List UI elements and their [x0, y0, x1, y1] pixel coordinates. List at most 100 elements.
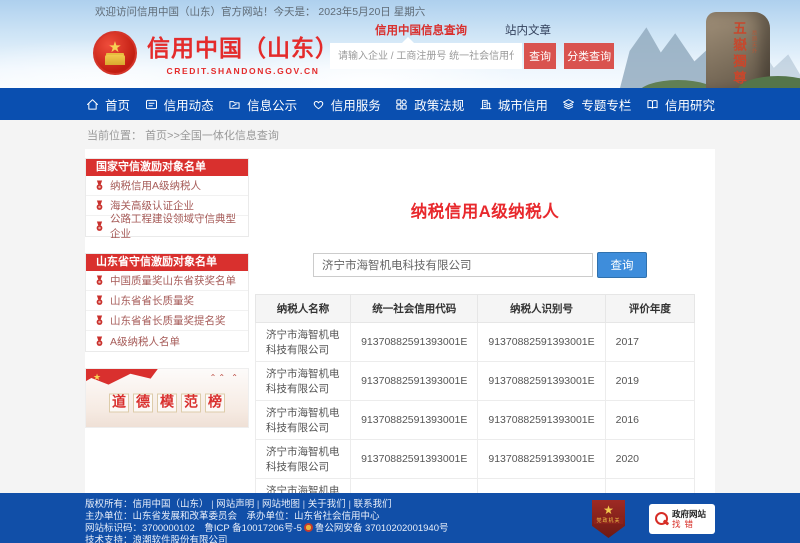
mount-tai-image: 五嶽獨尊 昂頭天外 [632, 0, 800, 88]
table-cell: 91370882591393001E [351, 479, 478, 494]
table-cell: 91370882591393001E [478, 362, 605, 401]
nav-item-label: 首页 [105, 95, 130, 114]
rock-inscription: 五嶽獨尊 [728, 21, 748, 88]
sidebar-item[interactable]: 山东省省长质量奖 [86, 291, 248, 311]
breadcrumb-path[interactable]: 首页>>全国一体化信息查询 [145, 130, 279, 142]
nav-item-info-publicity[interactable]: 信息公示 [227, 95, 297, 114]
sidebar-panel: 国家守信激励对象名单纳税信用A级纳税人海关高级认证企业公路工程建设领域守信典型企… [85, 158, 249, 237]
table-header-cell: 评价年度 [605, 295, 694, 323]
taxpayer-search-input[interactable] [313, 253, 593, 277]
nav-item-credit-research[interactable]: 信用研究 [645, 95, 715, 114]
footer-line-tech: 技术支持：浪潮软件股份有限公司 [85, 535, 715, 543]
nav-item-policy[interactable]: 政策法规 [394, 95, 464, 114]
table-row: 济宁市海智机电科技有限公司91370882591393001E913708825… [256, 323, 695, 362]
sidebar-item-label: 中国质量奖山东省获奖名单 [110, 273, 236, 288]
table-cell: 济宁市海智机电科技有限公司 [256, 323, 351, 362]
table-cell: 91370882591393001E [351, 362, 478, 401]
medal-icon [95, 180, 104, 191]
sidebar-item[interactable]: 纳税信用A级纳税人 [86, 176, 248, 196]
sidebar-panels: 国家守信激励对象名单纳税信用A级纳税人海关高级认证企业公路工程建设领域守信典型企… [85, 158, 249, 352]
site-brand[interactable]: ★ 信用中国（山东） CREDIT.SHANDONG.GOV.CN [93, 29, 339, 76]
header-search-area: 信用中国信息查询 站内文章 查询 分类查询 [330, 22, 614, 69]
table-cell: 91370882591393001E [478, 440, 605, 479]
tech-support: 技术支持：浪潮软件股份有限公司 [85, 535, 228, 543]
main-panel: 纳税信用A级纳税人 查询 纳税人名称统一社会信用代码纳税人识别号评价年度 济宁市… [255, 158, 715, 493]
nav-item-city-credit[interactable]: 城市信用 [478, 95, 548, 114]
national-emblem-logo: ★ [93, 31, 137, 75]
nav-item-credit-service[interactable]: 信用服务 [311, 95, 381, 114]
header-search-tabs: 信用中国信息查询 站内文章 [330, 22, 614, 40]
medal-icon [95, 275, 104, 286]
search-tab-active[interactable]: 信用中国信息查询 [375, 22, 467, 40]
footer-link[interactable]: 联系我们 [346, 499, 392, 510]
nav-item-credit-news[interactable]: 信用动态 [144, 95, 214, 114]
medal-icon [95, 200, 104, 211]
table-cell: 91370882591393001E [351, 440, 478, 479]
header-search-row: 查询 分类查询 [330, 43, 614, 69]
banner-character: 道 [109, 393, 129, 412]
table-cell: 2016 [605, 401, 694, 440]
nav-item-home[interactable]: 首页 [85, 95, 130, 114]
site-domain: CREDIT.SHANDONG.GOV.CN [147, 66, 339, 76]
taxpayer-search-row: 查询 [313, 252, 715, 278]
table-cell: 济宁市海智机电科技有限公司 [256, 479, 351, 494]
search-tab-inactive[interactable]: 站内文章 [505, 22, 551, 40]
footer-link[interactable]: 关于我们 [300, 499, 346, 510]
table-row: 济宁市海智机电科技有限公司91370882591393001E913708825… [256, 401, 695, 440]
sidebar-item[interactable]: 中国质量奖山东省获奖名单 [86, 271, 248, 291]
site-title: 信用中国（山东） [147, 29, 339, 63]
moral-banner-text: 道德模范榜 [109, 393, 225, 412]
page-body: 国家守信激励对象名单纳税信用A级纳税人海关高级认证企业公路工程建设领域守信典型企… [0, 149, 800, 493]
header-query-button[interactable]: 查询 [524, 43, 556, 69]
icp-number[interactable]: 鲁ICP 备10017206号-5 [204, 523, 302, 534]
table-row: 济宁市海智机电科技有限公司91370882591393001E913708825… [256, 362, 695, 401]
book-icon [645, 97, 660, 112]
table-cell: 济宁市海智机电科技有限公司 [256, 362, 351, 401]
table-cell: 91370882591393001E [478, 401, 605, 440]
medal-icon [95, 315, 104, 326]
nav-item-label: 专题专栏 [581, 95, 631, 114]
taxpayer-query-button[interactable]: 查询 [597, 252, 647, 278]
psb-badge-icon [304, 523, 313, 532]
layers-icon [561, 97, 576, 112]
heart-icon [311, 97, 326, 112]
main-nav: 首页信用动态信息公示 信用服务政策法规 城市信用 专题专栏信用研究 [0, 88, 800, 120]
table-cell: 91370882591393001E [478, 323, 605, 362]
sidebar-item-label: A级纳税人名单 [110, 334, 180, 349]
footer-link[interactable]: 网站地图 [254, 499, 300, 510]
website-error-report-badge[interactable]: 政府网站 找错 [649, 504, 715, 534]
sidebar-item-label: 公路工程建设领域守信典型企业 [110, 211, 239, 241]
news-card-icon [144, 97, 159, 112]
moral-model-banner[interactable]: ★ ⌃⌃ ⌃ 道德模范榜 [85, 368, 249, 428]
table-cell: 2020 [605, 440, 694, 479]
footer-link[interactable]: 网站声明 [209, 499, 255, 510]
sidebar-panel: 山东省守信激励对象名单中国质量奖山东省获奖名单山东省省长质量奖山东省省长质量奖提… [85, 253, 249, 352]
banner-character: 榜 [205, 393, 225, 412]
brand-text: 信用中国（山东） CREDIT.SHANDONG.GOV.CN [147, 29, 339, 76]
badge-line1: 政府网站 [672, 509, 706, 519]
nav-item-label: 城市信用 [498, 95, 548, 114]
badge-star-icon: ★ [603, 503, 614, 517]
publicity-icon [227, 97, 242, 112]
header: 欢迎访问信用中国（山东）官方网站！今天是： 2023年5月20日 星期六 ★ 信… [0, 0, 800, 88]
nav-item-label: 信用服务 [331, 95, 381, 114]
sidebar-item[interactable]: 公路工程建设领域守信典型企业 [86, 216, 248, 236]
nav-item-special-column[interactable]: 专题专栏 [561, 95, 631, 114]
page-title: 纳税信用A级纳税人 [255, 198, 715, 222]
table-cell: 91370882591393001E [351, 323, 478, 362]
gov-agency-badge-label: 党政机关 [594, 517, 622, 524]
table-cell: 2019 [605, 362, 694, 401]
footer-inner: 版权所有：信用中国（山东）网站声明网站地图关于我们联系我们 主办单位：山东省发展… [85, 499, 715, 543]
psb-number[interactable]: 鲁公网安备 37010202001940号 [315, 523, 449, 534]
footer: 版权所有：信用中国（山东）网站声明网站地图关于我们联系我们 主办单位：山东省发展… [0, 493, 800, 543]
banner-character: 德 [133, 393, 153, 412]
table-header-cell: 统一社会信用代码 [351, 295, 478, 323]
sidebar-item[interactable]: A级纳税人名单 [86, 331, 248, 351]
category-query-button[interactable]: 分类查询 [564, 43, 614, 69]
birds-decoration: ⌃⌃ ⌃ [210, 373, 240, 382]
home-icon [85, 97, 100, 112]
header-search-input[interactable] [330, 43, 522, 69]
badge-text: 政府网站 找错 [672, 509, 706, 529]
table-body: 济宁市海智机电科技有限公司91370882591393001E913708825… [256, 323, 695, 494]
sidebar-item[interactable]: 山东省省长质量奖提名奖 [86, 311, 248, 331]
